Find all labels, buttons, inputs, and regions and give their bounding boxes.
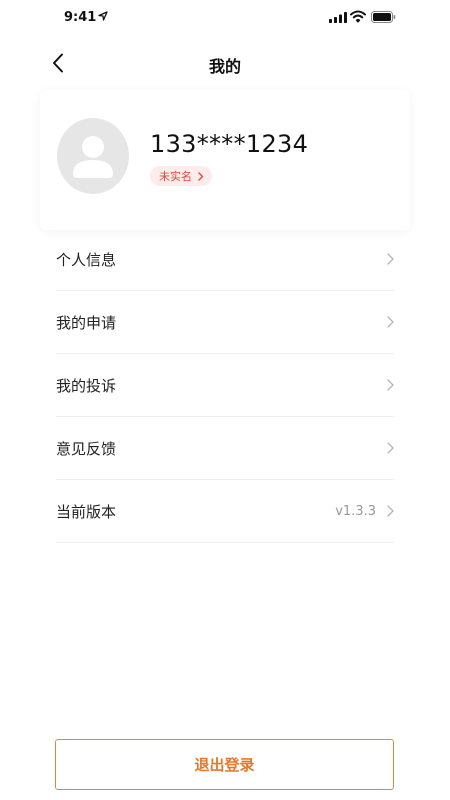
status-bar: 9:41 (0, 0, 450, 36)
menu-item-label: 我的申请 (56, 314, 117, 332)
phone-number: 133****1234 (150, 130, 309, 158)
logout-button[interactable]: 退出登录 (55, 739, 394, 790)
chevron-right-icon (387, 505, 394, 517)
location-arrow-icon (98, 11, 108, 21)
menu-item-my-applications[interactable]: 我的申请 (56, 291, 394, 354)
menu-item-feedback[interactable]: 意见反馈 (56, 417, 394, 480)
profile-card[interactable]: 133****1234 未实名 (40, 90, 410, 230)
avatar-placeholder-icon (57, 118, 129, 194)
chevron-right-icon (387, 253, 394, 265)
verify-status-badge[interactable]: 未实名 (150, 166, 212, 186)
menu-item-current-version[interactable]: 当前版本 v1.3.3 (56, 480, 394, 543)
version-value: v1.3.3 (335, 504, 376, 519)
menu-list: 个人信息 我的申请 我的投诉 意见反馈 当前版本 v1.3.3 (56, 228, 394, 543)
menu-item-label: 个人信息 (56, 251, 117, 269)
menu-item-label: 当前版本 (56, 503, 117, 521)
menu-item-label: 我的投诉 (56, 377, 117, 395)
logout-label: 退出登录 (194, 756, 255, 774)
chevron-right-icon (387, 379, 394, 391)
battery-icon (371, 11, 396, 23)
menu-item-label: 意见反馈 (56, 440, 117, 458)
nav-bar: 我的 (0, 40, 450, 86)
my-page-screen: 9:41 我的 133****1234 未实名 个人信息 我的申请 我的投诉 意… (0, 0, 450, 800)
wifi-icon (350, 10, 366, 23)
verify-status-label: 未实名 (159, 170, 192, 183)
menu-item-my-complaints[interactable]: 我的投诉 (56, 354, 394, 417)
chevron-right-icon (198, 171, 204, 181)
status-time: 9:41 (64, 10, 97, 25)
page-title: 我的 (208, 57, 241, 76)
cellular-signal-icon (329, 12, 347, 23)
chevron-right-icon (387, 316, 394, 328)
chevron-right-icon (387, 442, 394, 454)
menu-item-personal-info[interactable]: 个人信息 (56, 228, 394, 291)
